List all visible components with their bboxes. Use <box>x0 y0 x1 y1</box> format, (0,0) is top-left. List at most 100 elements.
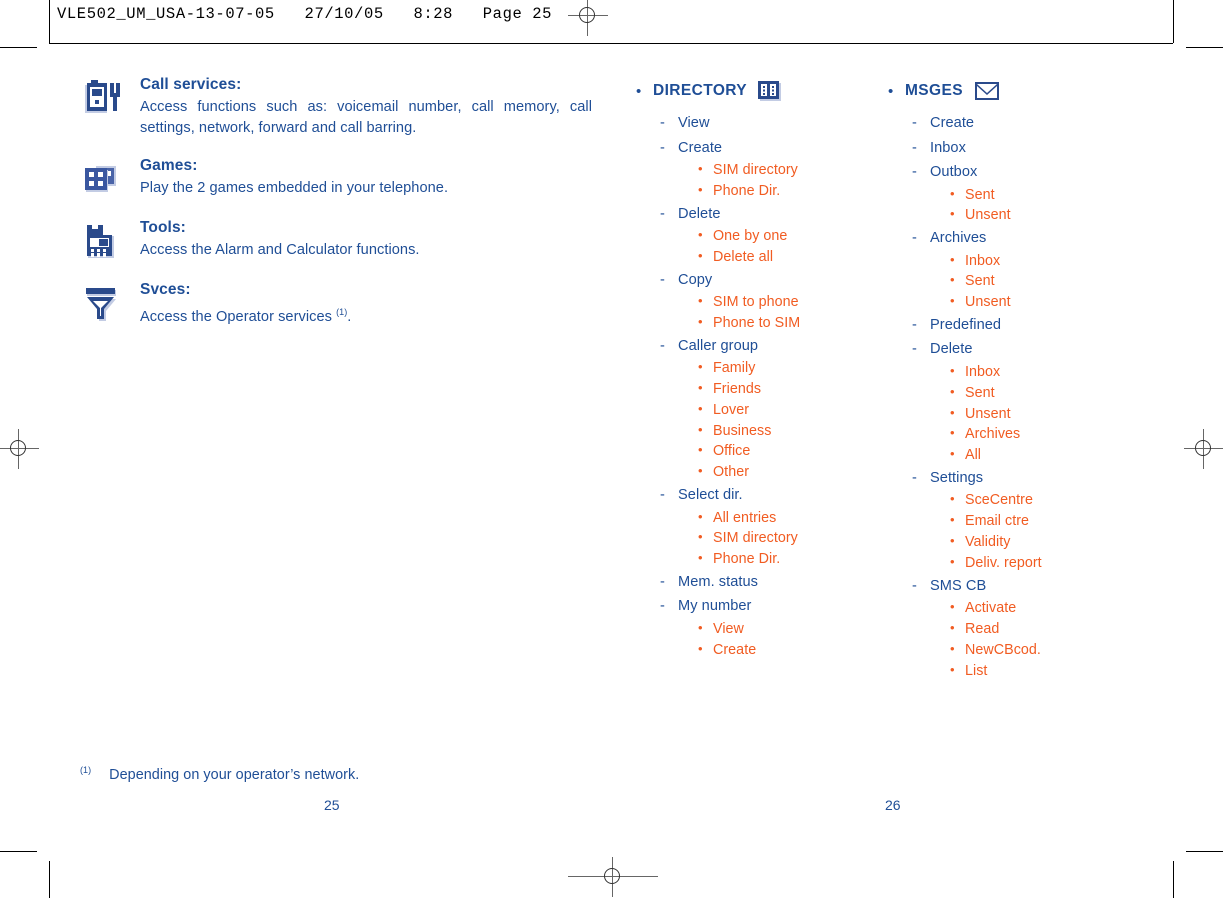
msges-subitem[interactable]: • Sent <box>950 271 1148 292</box>
msges-subitem[interactable]: • Deliv. report <box>950 553 1148 574</box>
directory-subitem[interactable]: • Delete all <box>698 247 896 268</box>
dash-marker-icon: - <box>660 205 665 222</box>
bullet-marker-icon: • <box>950 661 955 677</box>
msges-subitem[interactable]: • Archives <box>950 424 1148 445</box>
dash-marker-icon: - <box>660 271 665 288</box>
msges-item[interactable]: - Archives • Inbox • Sent • Unsent <box>912 226 1148 313</box>
directory-subitem[interactable]: • Business <box>698 421 896 442</box>
dash-marker-icon: - <box>660 598 665 615</box>
bullet-marker-icon: • <box>698 442 703 458</box>
bullet-marker-icon: • <box>950 446 955 462</box>
msges-subitem[interactable]: • Validity <box>950 532 1148 553</box>
directory-item[interactable]: - Delete • One by one • Delete all <box>660 202 896 268</box>
bullet-marker-icon: • <box>698 400 703 416</box>
directory-subitem-label: Phone Dir. <box>713 551 781 568</box>
directory-item[interactable]: - View <box>660 111 896 136</box>
crop-rule-right-bottom <box>1173 861 1174 898</box>
dash-marker-icon: - <box>660 487 665 504</box>
bullet-marker-icon: • <box>698 463 703 479</box>
feature-services: Svces: Access the Operator services (1). <box>82 281 592 328</box>
msges-item[interactable]: - SMS CB • Activate • Read • NewCBcod. • List <box>912 574 1148 682</box>
footnote-mark: (1) <box>80 765 92 775</box>
bullet-marker-icon: • <box>950 425 955 441</box>
directory-subitem[interactable]: • View <box>698 619 896 640</box>
msges-subitem[interactable]: • SceCentre <box>950 490 1148 511</box>
feature-body: Access functions such as: voicemail numb… <box>140 99 592 136</box>
msges-item[interactable]: - Settings • SceCentre • Email ctre • Validity •… <box>912 466 1148 574</box>
msges-subitem-list: • Inbox • Sent • Unsent <box>930 251 1148 313</box>
msges-subitem[interactable]: • Unsent <box>950 404 1148 425</box>
envelope-icon <box>974 80 999 102</box>
directory-subitem-list: • Family • Friends • Lover • Business • Office • Ot… <box>678 358 896 483</box>
directory-item[interactable]: - Caller group • Family • Friends • Lover • Busin… <box>660 334 896 483</box>
msges-subitem-label: Unsent <box>965 405 1011 422</box>
header-border-right <box>1173 0 1174 43</box>
msges-subitem-label: Read <box>965 620 1000 637</box>
directory-subitem[interactable]: • Office <box>698 441 896 462</box>
bullet-marker-icon: • <box>950 491 955 507</box>
msges-subitem[interactable]: • Sent <box>950 383 1148 404</box>
feature-body: Play the 2 games embedded in your teleph… <box>140 180 449 196</box>
msges-subitem-label: Unsent <box>965 294 1011 311</box>
directory-item[interactable]: - Select dir. • All entries • SIM directory • P… <box>660 483 896 570</box>
msges-subitem[interactable]: • Email ctre <box>950 511 1148 532</box>
msges-item[interactable]: - Delete • Inbox • Sent • Unsent • Archives • All <box>912 337 1148 465</box>
directory-subitem[interactable]: • Phone Dir. <box>698 181 896 202</box>
directory-subitem[interactable]: • Create <box>698 640 896 661</box>
directory-subitem[interactable]: • One by one <box>698 226 896 247</box>
directory-subitem-label: Other <box>713 464 750 481</box>
directory-subitem[interactable]: • Other <box>698 462 896 483</box>
directory-subitem[interactable]: • Lover <box>698 400 896 421</box>
directory-item[interactable]: - Copy • SIM to phone • Phone to SIM <box>660 268 896 334</box>
bullet-marker-icon: • <box>698 161 703 176</box>
header-border-left <box>49 0 50 43</box>
msges-subitem[interactable]: • Read <box>950 619 1148 640</box>
bullet-marker-icon: • <box>698 227 703 243</box>
bullet-marker-icon: • <box>950 404 955 420</box>
bullet-marker-icon: • <box>698 640 703 656</box>
msges-subitem-list: • Activate • Read • NewCBcod. • List <box>930 598 1148 681</box>
bullet-marker-icon: • <box>950 553 955 569</box>
directory-subitem[interactable]: • Friends <box>698 379 896 400</box>
msges-item-list: - Create - Inbox - Outbox • Sent • Unsent - Archive… <box>888 111 1148 681</box>
directory-subitem-label: Family <box>713 360 756 377</box>
directory-menu-header: • DIRECTORY <box>636 80 896 102</box>
msges-item[interactable]: - Create <box>912 111 1148 136</box>
bullet-marker-icon: • <box>950 383 955 399</box>
bullet-marker-icon: • <box>950 272 955 288</box>
msges-subitem[interactable]: • Sent <box>950 185 1148 206</box>
msges-item-label: Predefined <box>930 316 1002 333</box>
msges-subitem[interactable]: • All <box>950 445 1148 466</box>
msges-item[interactable]: - Inbox <box>912 136 1148 161</box>
crop-rule-left-bottom <box>49 861 50 898</box>
bullet-marker-icon: • <box>698 619 703 635</box>
directory-subitem[interactable]: • Family <box>698 358 896 379</box>
directory-subitem[interactable]: • Phone to SIM <box>698 313 896 334</box>
msges-item[interactable]: - Predefined <box>912 313 1148 338</box>
directory-subitem[interactable]: • Phone Dir. <box>698 549 896 570</box>
print-job-header: VLE502_UM_USA-13-07-05 27/10/05 8:28 Pag… <box>57 5 553 23</box>
menu-bullet-icon: • <box>888 82 894 100</box>
directory-subitem-label: SIM directory <box>713 162 798 178</box>
directory-subitem[interactable]: • SIM directory <box>698 528 896 549</box>
msges-subitem[interactable]: • Inbox <box>950 251 1148 272</box>
directory-subitem[interactable]: • SIM directory <box>698 160 896 181</box>
msges-item[interactable]: - Outbox • Sent • Unsent <box>912 160 1148 226</box>
directory-subitem[interactable]: • All entries <box>698 508 896 529</box>
dash-marker-icon: - <box>912 341 917 358</box>
directory-subitem-label: Friends <box>713 381 762 398</box>
msges-subitem[interactable]: • Unsent <box>950 205 1148 226</box>
msges-subitem[interactable]: • Inbox <box>950 362 1148 383</box>
directory-item-list: - View - Create • SIM directory • Phone Dir. - De… <box>636 111 896 661</box>
directory-item[interactable]: - Create • SIM directory • Phone Dir. <box>660 136 896 202</box>
antenna-services-icon <box>82 284 122 324</box>
msges-subitem-label: All <box>965 447 982 464</box>
msges-subitem[interactable]: • Activate <box>950 598 1148 619</box>
directory-item[interactable]: - Mem. status <box>660 570 896 595</box>
directory-subitem[interactable]: • SIM to phone <box>698 292 896 313</box>
msges-subitem[interactable]: • Unsent <box>950 292 1148 313</box>
dash-marker-icon: - <box>660 573 665 590</box>
directory-item[interactable]: - My number • View • Create <box>660 594 896 660</box>
msges-subitem[interactable]: • NewCBcod. <box>950 640 1148 661</box>
msges-subitem[interactable]: • List <box>950 661 1148 682</box>
